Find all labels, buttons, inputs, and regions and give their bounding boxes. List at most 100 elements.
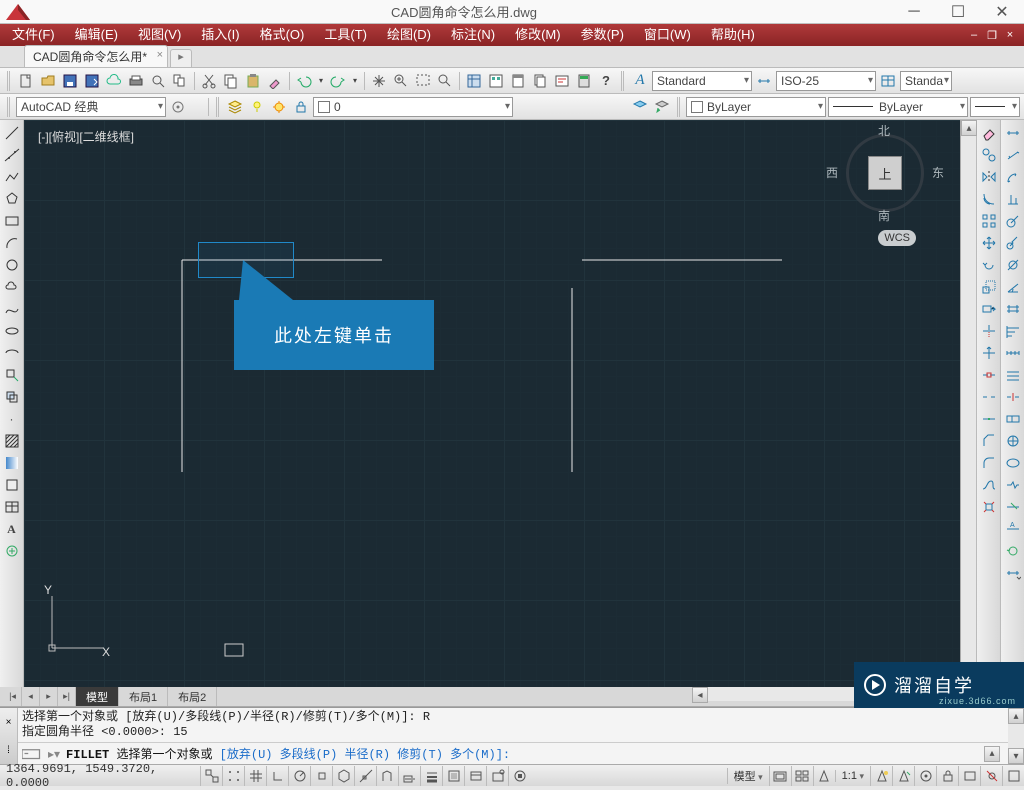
join-icon[interactable] [980, 410, 998, 428]
status-am-icon[interactable] [508, 766, 530, 786]
break-icon[interactable] [980, 388, 998, 406]
menu-dimension[interactable]: 标注(N) [441, 24, 505, 46]
line-icon[interactable] [3, 124, 21, 142]
new-icon[interactable] [16, 71, 36, 91]
save-icon[interactable] [60, 71, 80, 91]
circle-icon[interactable] [3, 256, 21, 274]
status-grid-icon[interactable] [244, 766, 266, 786]
status-osnap-icon[interactable] [310, 766, 332, 786]
scale-icon[interactable] [980, 278, 998, 296]
insert-block-icon[interactable] [3, 366, 21, 384]
cut-icon[interactable] [199, 71, 219, 91]
status-annoauto-icon[interactable] [892, 766, 914, 786]
command-history[interactable]: 选择第一个对象或 [放弃(U)/多段线(P)/半径(R)/修剪(T)/多个(M)… [18, 708, 1008, 743]
dim-edit-icon[interactable] [1004, 498, 1022, 516]
status-modelspace[interactable]: 模型 [727, 768, 769, 784]
match-icon[interactable] [265, 71, 285, 91]
menu-parametric[interactable]: 参数(P) [571, 24, 634, 46]
status-sc-icon[interactable] [486, 766, 508, 786]
tab-nav-next[interactable]: ▸ [40, 687, 58, 706]
status-quickview-icon[interactable] [791, 766, 813, 786]
markup-icon[interactable] [552, 71, 572, 91]
status-dyn-icon[interactable] [398, 766, 420, 786]
close-button[interactable]: ✕ [980, 0, 1024, 24]
doc-close-button[interactable]: × [1002, 29, 1018, 42]
viewcube-north[interactable]: 北 [878, 122, 890, 139]
mtext-icon[interactable]: A [3, 520, 21, 538]
designcenter-icon[interactable] [486, 71, 506, 91]
cmd-close-icon[interactable]: × [6, 717, 12, 728]
dim-angular-icon[interactable] [1004, 278, 1022, 296]
array-icon[interactable] [980, 212, 998, 230]
undo-dd-icon[interactable]: ▾ [316, 71, 326, 91]
chamfer-icon[interactable] [980, 432, 998, 450]
cmdhist-scroll-up[interactable]: ▴ [1008, 708, 1024, 724]
status-qp-icon[interactable] [464, 766, 486, 786]
menu-insert[interactable]: 插入(I) [191, 24, 249, 46]
menu-window[interactable]: 窗口(W) [634, 24, 701, 46]
status-annovis-icon[interactable] [870, 766, 892, 786]
arc-icon[interactable] [3, 234, 21, 252]
dim-aligned-icon[interactable] [1004, 146, 1022, 164]
center-mark-icon[interactable] [1004, 432, 1022, 450]
tab-layout2[interactable]: 布局2 [168, 687, 217, 706]
tab-layout1[interactable]: 布局1 [119, 687, 168, 706]
trim-icon[interactable] [980, 322, 998, 340]
layer-lock-icon[interactable] [291, 97, 311, 117]
properties-icon[interactable] [464, 71, 484, 91]
toolpalette-icon[interactable] [508, 71, 528, 91]
tab-model[interactable]: 模型 [76, 687, 119, 706]
viewcube-west[interactable]: 西 [826, 164, 838, 181]
gradient-icon[interactable] [3, 454, 21, 472]
status-layouts-icon[interactable] [769, 766, 791, 786]
lineweight-combo[interactable] [970, 97, 1020, 117]
addselected-icon[interactable] [3, 542, 21, 560]
status-ortho-icon[interactable] [266, 766, 288, 786]
document-tab-close-icon[interactable]: × [157, 49, 163, 61]
sheetset-icon[interactable] [530, 71, 550, 91]
revcloud-icon[interactable] [3, 278, 21, 296]
status-snap-icon[interactable] [222, 766, 244, 786]
maximize-button[interactable]: ☐ [936, 0, 980, 24]
tablestyle-icon[interactable] [878, 71, 898, 91]
undo-icon[interactable] [294, 71, 314, 91]
drawing-canvas[interactable]: [-][俯视][二维线框] 此处左键单击 上 北 南 西 东 WCS [24, 120, 976, 687]
tab-nav-first[interactable]: |◂ [4, 687, 22, 706]
plot-icon[interactable] [126, 71, 146, 91]
vertical-scrollbar[interactable]: ▴ ▾ [960, 120, 976, 687]
blend-icon[interactable] [980, 476, 998, 494]
layer-combo[interactable]: 0 [313, 97, 513, 117]
workspace-settings-icon[interactable] [168, 97, 188, 117]
copy-icon[interactable] [221, 71, 241, 91]
status-tpy-icon[interactable] [442, 766, 464, 786]
command-input[interactable] [516, 747, 978, 761]
menu-tools[interactable]: 工具(T) [314, 24, 377, 46]
dim-baseline-icon[interactable] [1004, 322, 1022, 340]
viewcube-south[interactable]: 南 [878, 207, 890, 224]
region-icon[interactable] [3, 476, 21, 494]
polygon-icon[interactable] [3, 190, 21, 208]
toolbar-grip[interactable] [7, 71, 11, 91]
menu-help[interactable]: 帮助(H) [701, 24, 765, 46]
tab-nav-prev[interactable]: ◂ [22, 687, 40, 706]
status-3dosnap-icon[interactable] [332, 766, 354, 786]
ellipse-arc-icon[interactable] [3, 344, 21, 362]
zoom-previous-icon[interactable] [435, 71, 455, 91]
linetype-combo[interactable]: ByLayer [828, 97, 968, 117]
layer-on-icon[interactable] [247, 97, 267, 117]
make-block-icon[interactable] [3, 388, 21, 406]
dim-radius-icon[interactable] [1004, 212, 1022, 230]
dim-break-icon[interactable] [1004, 388, 1022, 406]
document-tab[interactable]: CAD圆角命令怎么用* × [24, 45, 168, 67]
layer-prev-icon[interactable] [652, 97, 672, 117]
tablestyle-combo[interactable]: Standa [900, 71, 952, 91]
menu-modify[interactable]: 修改(M) [505, 24, 571, 46]
dimstyle-dd-icon[interactable] [1004, 564, 1022, 582]
ucs-icon[interactable]: Y X [44, 586, 114, 659]
workspace-combo[interactable]: AutoCAD 经典 [16, 97, 166, 117]
menu-edit[interactable]: 编辑(E) [65, 24, 128, 46]
tab-nav-last[interactable]: ▸| [58, 687, 76, 706]
move-icon[interactable] [980, 234, 998, 252]
viewcube-top-face[interactable]: 上 [868, 156, 902, 190]
xline-icon[interactable] [3, 146, 21, 164]
